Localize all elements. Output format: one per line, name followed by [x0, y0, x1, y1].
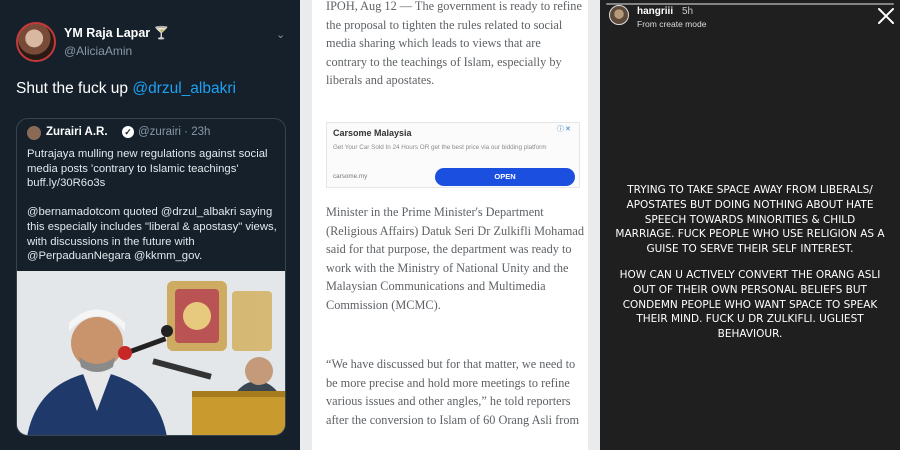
- article-page: IPOH, Aug 12 — The government is ready t…: [312, 0, 588, 450]
- article-paragraph: Minister in the Prime Minister's Departm…: [326, 205, 584, 312]
- article-paragraph: IPOH, Aug 12 — The government is ready t…: [326, 0, 582, 87]
- article-panel: IPOH, Aug 12 — The government is ready t…: [300, 0, 600, 450]
- story-panel: hangriii 5h From create mode TRYING TO T…: [600, 0, 900, 450]
- quoted-paragraph: Putrajaya mulling new regulations agains…: [27, 148, 268, 190]
- quoted-author-avatar: [27, 126, 41, 140]
- author-avatar[interactable]: [16, 22, 56, 62]
- ad-open-button[interactable]: OPEN: [435, 168, 575, 186]
- man-face: [71, 317, 123, 369]
- ad-card[interactable]: Carsome Malaysia ⓘ✕ Get Your Car Sold In…: [326, 122, 580, 188]
- story-username[interactable]: hangriii: [637, 6, 673, 17]
- quoted-tweet-body: Putrajaya mulling new regulations agains…: [27, 147, 279, 278]
- quoted-author-name: Zurairi A.R.: [46, 126, 108, 138]
- quoted-tweet-photo[interactable]: [17, 271, 285, 435]
- tweet-mention-link[interactable]: @drzul_albakri: [132, 80, 236, 97]
- story-progress-bar: [606, 3, 894, 5]
- quoted-paragraph: @bernamadotcom quoted @drzul_albakri say…: [27, 206, 277, 263]
- ad-description: Get Your Car Sold In 24 Hours OR get the…: [333, 144, 547, 151]
- tweet-text: Shut the fuck up @drzul_albakri: [16, 80, 236, 98]
- story-text: TRYING TO TAKE SPACE AWAY FROM LIBERALS/…: [615, 184, 885, 256]
- ad-title: Carsome Malaysia: [333, 128, 412, 138]
- tweet-text-prefix: Shut the fuck up: [16, 80, 133, 97]
- tweet-panel: YM Raja Lapar 🍸 @AliciaAmin ⌄ Shut the f…: [0, 0, 300, 450]
- story-subtitle: From create mode: [637, 19, 707, 29]
- microphone: [118, 346, 132, 360]
- story-time: 5h: [682, 6, 694, 17]
- article-paragraph: “We have discussed but for that matter, …: [326, 357, 580, 427]
- minister-photo: [17, 271, 285, 435]
- story-text: HOW CAN U ACTIVELY CONVERT THE ORANG ASL…: [619, 269, 881, 341]
- author-name[interactable]: YM Raja Lapar 🍸: [64, 26, 169, 41]
- ad-url: carsome.my: [333, 173, 368, 180]
- chevron-down-icon[interactable]: ⌄: [276, 28, 285, 41]
- ad-choices-icon[interactable]: ⓘ✕: [557, 124, 572, 134]
- close-icon[interactable]: [876, 6, 896, 26]
- podium: [192, 391, 285, 435]
- author-handle[interactable]: @AliciaAmin: [64, 44, 132, 58]
- verified-badge-icon: ✓: [122, 126, 134, 138]
- quoted-author-meta: @zurairi · 23h: [138, 126, 211, 138]
- quoted-tweet-card[interactable]: Zurairi A.R. ✓ @zurairi · 23h Putrajaya …: [16, 118, 286, 436]
- story-avatar[interactable]: [609, 5, 629, 25]
- crest-emblem: [167, 281, 272, 351]
